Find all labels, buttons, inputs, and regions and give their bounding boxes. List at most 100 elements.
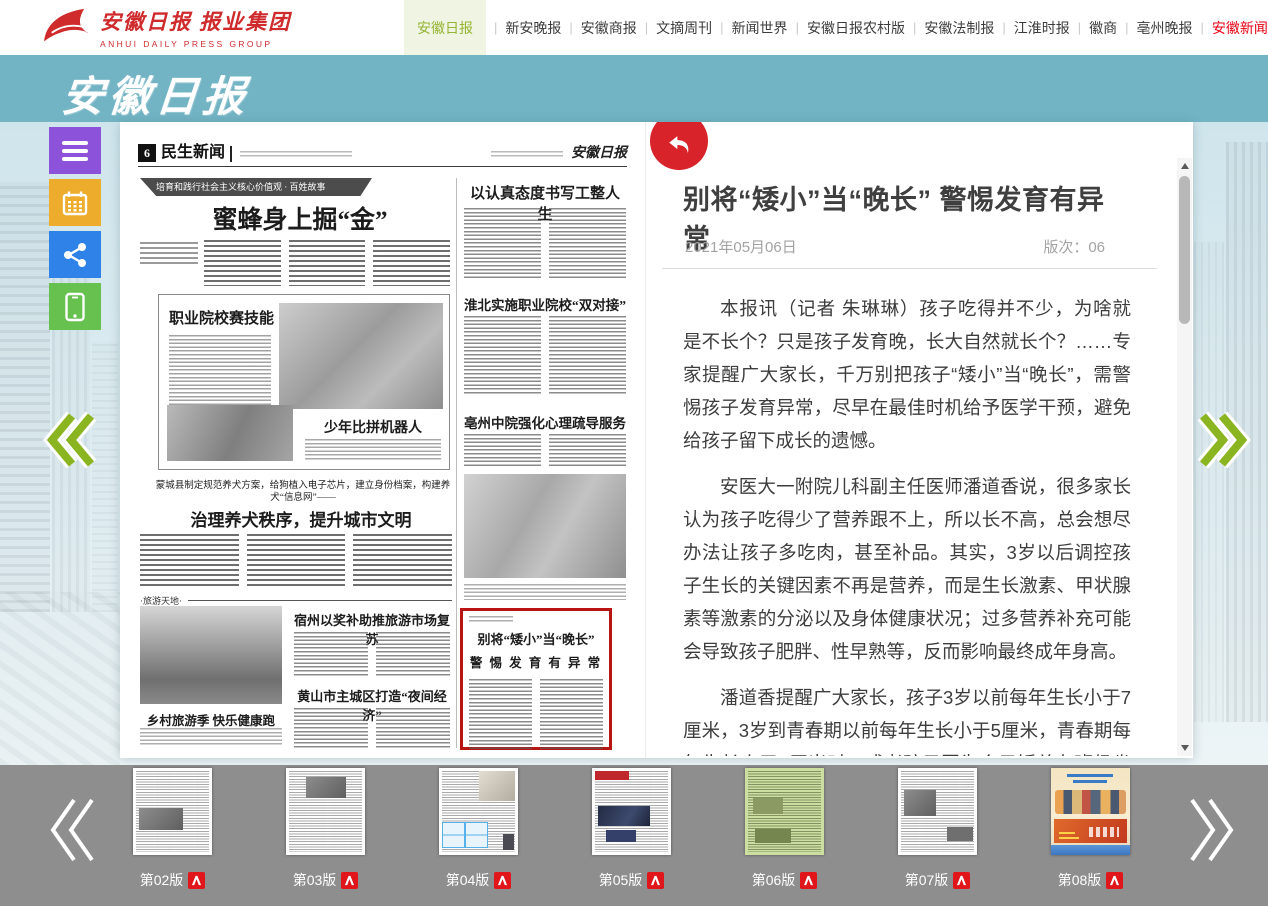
pdf-icon[interactable] bbox=[1106, 872, 1123, 889]
thumbnails-next-button[interactable] bbox=[1188, 795, 1238, 870]
headline-robot[interactable]: 少年比拼机器人 bbox=[305, 417, 441, 437]
logo-cn-text: 安徽日报 报业集团 bbox=[100, 6, 291, 36]
thumbnail-list: 第02版 第03版 第04版 bbox=[133, 768, 1130, 890]
scrollbar-thumb[interactable] bbox=[1179, 176, 1190, 324]
pdf-icon[interactable] bbox=[953, 872, 970, 889]
newsprint-text-block bbox=[464, 584, 626, 600]
pdf-icon[interactable] bbox=[341, 872, 358, 889]
logo-en-text: ANHUI DAILY PRESS GROUP bbox=[100, 39, 291, 49]
article-paragraph: 安医大一附院儿科副主任医师潘道香说，很多家长认为孩子吃得少了营养跟不上，所以长不… bbox=[683, 470, 1131, 668]
street-silhouette bbox=[0, 592, 120, 765]
press-group-logo[interactable]: 安徽日报 报业集团 ANHUI DAILY PRESS GROUP bbox=[42, 6, 291, 49]
share-button[interactable] bbox=[49, 231, 101, 278]
thumbnail-page-06[interactable]: 第06版 bbox=[745, 768, 824, 890]
thumbnail-page-04[interactable]: 第04版 bbox=[439, 768, 518, 890]
newsprint-columns bbox=[469, 679, 603, 751]
double-chevron-left-icon bbox=[42, 410, 96, 470]
newspaper-nav: 安徽日报 新安晚报 安徽商报 文摘周刊 新闻世界 安徽日报农村版 安徽法制报 江… bbox=[404, 0, 1268, 55]
divider bbox=[138, 166, 627, 167]
marathon-photo bbox=[140, 606, 282, 704]
headline-huaibei[interactable]: 淮北实施职业院校“双对接” bbox=[464, 294, 626, 314]
thumbnail-label[interactable]: 第07版 bbox=[905, 870, 949, 890]
section-title: 民生新闻 bbox=[161, 138, 225, 162]
building-silhouette bbox=[0, 182, 50, 612]
article-paragraph: 本报讯（记者 朱琳琳）孩子吃得并不少，为啥就是不长个？只是孩子发育晚，长大自然就… bbox=[683, 292, 1131, 457]
nav-item-digest-weekly[interactable]: 文摘周刊 bbox=[637, 0, 712, 55]
masthead-calligraphy: 安徽日报 bbox=[59, 63, 252, 124]
thumbnail-label[interactable]: 第03版 bbox=[293, 870, 337, 890]
nav-item-rural-edition[interactable]: 安徽日报农村版 bbox=[788, 0, 905, 55]
page: 安徽日报 报业集团 ANHUI DAILY PRESS GROUP 安徽日报 新… bbox=[0, 0, 1268, 906]
nav-item-legal-daily[interactable]: 安徽法制报 bbox=[905, 0, 994, 55]
thumbnail-label[interactable]: 第06版 bbox=[752, 870, 796, 890]
news-photo bbox=[167, 405, 293, 461]
kicker-banner: 培育和践行社会主义核心价值观 · 百姓故事 bbox=[140, 178, 372, 196]
thumbnail-label[interactable]: 第04版 bbox=[446, 870, 490, 890]
nav-item-news-world[interactable]: 新闻世界 bbox=[712, 0, 787, 55]
nav-item-jianghuai-times[interactable]: 江淮时报 bbox=[994, 0, 1069, 55]
article-edition: 版次：06 bbox=[1043, 236, 1105, 257]
nav-item-anhui-news-net[interactable]: 安徽新闻网 bbox=[1193, 0, 1268, 55]
farmers-photo bbox=[464, 474, 626, 578]
divider bbox=[662, 268, 1157, 269]
building-silhouette bbox=[92, 342, 118, 612]
thumbnails-prev-button[interactable] bbox=[46, 795, 96, 870]
thumbnail-page-02[interactable]: 第02版 bbox=[133, 768, 212, 890]
next-page-button[interactable] bbox=[1198, 410, 1252, 475]
highlighted-article-box[interactable]: 别将“矮小”当“晚长” 警 惕 发 育 有 异 常 bbox=[460, 608, 612, 750]
article-scrollbar[interactable] bbox=[1177, 158, 1192, 756]
top-header: 安徽日报 报业集团 ANHUI DAILY PRESS GROUP 安徽日报 新… bbox=[0, 0, 1268, 55]
back-to-page-button[interactable] bbox=[650, 122, 708, 170]
headline-run[interactable]: 乡村旅游季 快乐健康跑 bbox=[140, 710, 282, 729]
thumbnail-label[interactable]: 第02版 bbox=[140, 870, 184, 890]
double-chevron-left-icon bbox=[46, 795, 96, 865]
scroll-up-arrow[interactable] bbox=[1181, 163, 1189, 169]
thumbnail-page-07[interactable]: 第07版 bbox=[898, 768, 977, 890]
logo-swoosh-icon bbox=[42, 7, 92, 49]
scroll-down-arrow[interactable] bbox=[1181, 745, 1189, 751]
newsprint-text-block bbox=[169, 335, 271, 407]
return-arrow-icon bbox=[666, 132, 692, 158]
newsprint-columns bbox=[464, 208, 626, 280]
pdf-icon[interactable] bbox=[494, 872, 511, 889]
newsprint-text-block bbox=[140, 242, 198, 264]
thumbnail-label[interactable]: 第08版 bbox=[1058, 870, 1102, 890]
menu-button[interactable] bbox=[49, 127, 101, 174]
newsprint-columns bbox=[294, 708, 450, 748]
nav-item-huishang[interactable]: 徽商 bbox=[1070, 0, 1117, 55]
thumbnail-page-03[interactable]: 第03版 bbox=[286, 768, 365, 890]
newsprint-columns bbox=[464, 316, 626, 396]
nav-item-anhui-business[interactable]: 安徽商报 bbox=[561, 0, 636, 55]
thumbnail-page-05[interactable]: 第05版 bbox=[592, 768, 671, 890]
prev-page-button[interactable] bbox=[42, 410, 96, 475]
newsprint-text-block bbox=[469, 616, 513, 622]
headline-bozhou[interactable]: 亳州中院强化心理疏导服务 bbox=[464, 412, 626, 432]
photo-feature-box: 职业院校赛技能 少年比拼机器人 bbox=[158, 294, 450, 470]
reader-panel: 6 民生新闻 安徽日报 培育和践行社会主义核心价值观 · 百姓故事 蜜蜂身上掘“… bbox=[120, 122, 1193, 758]
newspaper-page-image[interactable]: 6 民生新闻 安徽日报 培育和践行社会主义核心价值观 · 百姓故事 蜜蜂身上掘“… bbox=[120, 122, 645, 758]
mobile-button[interactable] bbox=[49, 283, 101, 330]
pdf-icon[interactable] bbox=[188, 872, 205, 889]
calendar-button[interactable] bbox=[49, 179, 101, 226]
headline-dog[interactable]: 治理养犬秩序，提升城市文明 bbox=[148, 506, 454, 531]
newsprint-text-block bbox=[140, 728, 282, 746]
article-panel: 别将“矮小”当“晚长” 警惕发育有异常 2021年05月06日 版次：06 本报… bbox=[645, 122, 1193, 758]
nav-item-xinan-evening[interactable]: 新安晚报 bbox=[486, 0, 561, 55]
newspaper-header: 6 民生新闻 安徽日报 bbox=[138, 134, 627, 162]
pdf-icon[interactable] bbox=[800, 872, 817, 889]
thumbnail-label[interactable]: 第05版 bbox=[599, 870, 643, 890]
thumbnail-page-08[interactable]: 第08版 bbox=[1051, 768, 1130, 890]
article-meta: 2021年05月06日 版次：06 bbox=[685, 236, 1105, 257]
newsprint-columns bbox=[294, 632, 450, 676]
article-body: 本报讯（记者 朱琳琳）孩子吃得并不少，为啥就是不长个？只是孩子发育晚，长大自然就… bbox=[683, 292, 1131, 756]
nav-item-bozhou-evening[interactable]: 亳州晚报 bbox=[1117, 0, 1192, 55]
page-thumbnail-strip: 第02版 第03版 第04版 bbox=[0, 765, 1268, 906]
nav-item-anhui-daily[interactable]: 安徽日报 bbox=[404, 0, 486, 55]
headline-bee-story[interactable]: 蜜蜂身上掘“金” bbox=[160, 200, 440, 236]
pdf-icon[interactable] bbox=[647, 872, 664, 889]
newsprint-columns bbox=[464, 434, 626, 468]
newsprint-text-block bbox=[491, 151, 563, 158]
headline-vocational[interactable]: 职业院校赛技能 bbox=[169, 307, 289, 328]
masthead-band: 安徽日报 bbox=[0, 55, 1268, 122]
double-chevron-right-icon bbox=[1188, 795, 1238, 865]
